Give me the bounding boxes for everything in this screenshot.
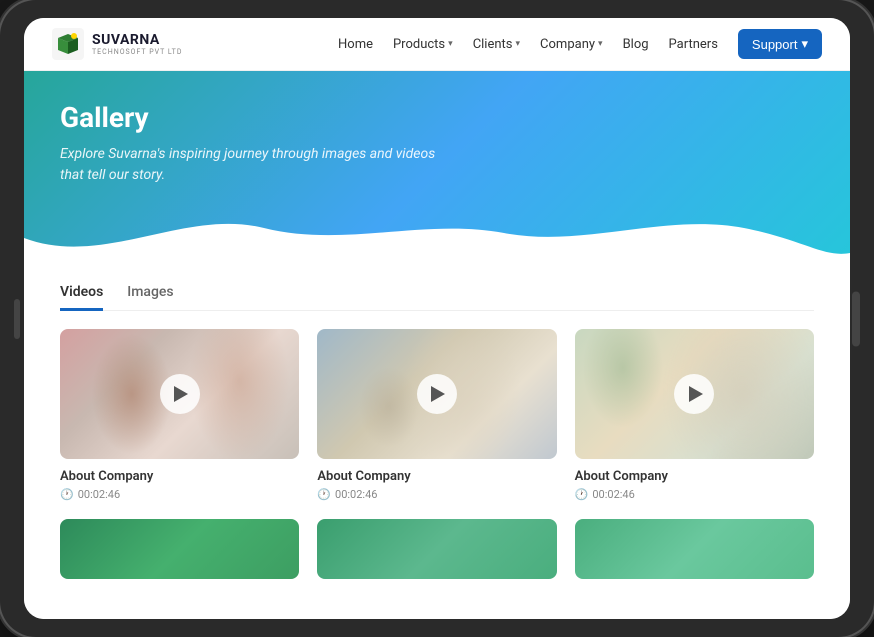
nav-home[interactable]: Home (338, 37, 373, 52)
clients-chevron-icon: ▾ (516, 39, 521, 49)
play-button-2[interactable] (417, 374, 457, 414)
play-button-3[interactable] (674, 374, 714, 414)
video-thumb-bottom-1[interactable] (60, 519, 299, 579)
video-thumbnail-2 (317, 329, 556, 459)
video-duration-2: 🕐 00:02:46 (317, 488, 556, 501)
hero-wave (24, 208, 850, 266)
video-grid-bottom (60, 519, 814, 579)
tab-bar: Videos Images (60, 266, 814, 311)
video-card-3[interactable]: About Company 🕐 00:02:46 (575, 329, 814, 501)
nav-company[interactable]: Company ▾ (540, 37, 603, 52)
brand-sub: TECHNOSOFT PVT LTD (92, 48, 182, 56)
video-title-1: About Company (60, 469, 299, 484)
company-chevron-icon: ▾ (598, 39, 603, 49)
video-thumbnail-3 (575, 329, 814, 459)
hero-subtitle: Explore Suvarna's inspiring journey thro… (60, 144, 460, 186)
video-duration-3: 🕐 00:02:46 (575, 488, 814, 501)
nav-products[interactable]: Products ▾ (393, 37, 453, 52)
support-chevron-icon: ▾ (801, 36, 808, 52)
play-triangle-icon-2 (431, 386, 445, 402)
screen: SUVARNA TECHNOSOFT PVT LTD Home Products… (24, 18, 850, 619)
logo-icon (52, 28, 84, 60)
clock-icon-2: 🕐 (317, 488, 331, 501)
products-chevron-icon: ▾ (448, 39, 453, 49)
video-thumb-bottom-2[interactable] (317, 519, 556, 579)
video-title-2: About Company (317, 469, 556, 484)
video-grid: About Company 🕐 00:02:46 About Company (60, 329, 814, 501)
tab-videos[interactable]: Videos (60, 284, 103, 311)
nav-blog[interactable]: Blog (623, 37, 649, 52)
video-title-3: About Company (575, 469, 814, 484)
nav-partners[interactable]: Partners (669, 37, 718, 52)
video-thumb-bottom-3[interactable] (575, 519, 814, 579)
video-thumbnail-1 (60, 329, 299, 459)
clock-icon-3: 🕐 (575, 488, 589, 501)
play-triangle-icon (174, 386, 188, 402)
navbar: SUVARNA TECHNOSOFT PVT LTD Home Products… (24, 18, 850, 71)
tablet-frame: SUVARNA TECHNOSOFT PVT LTD Home Products… (0, 0, 874, 637)
logo-text: SUVARNA TECHNOSOFT PVT LTD (92, 32, 182, 56)
video-card-1[interactable]: About Company 🕐 00:02:46 (60, 329, 299, 501)
video-duration-1: 🕐 00:02:46 (60, 488, 299, 501)
hero-title: Gallery (60, 101, 814, 134)
content-area: Videos Images About Company 🕐 00:02:46 (24, 266, 850, 619)
tab-images[interactable]: Images (127, 284, 173, 311)
play-button-1[interactable] (160, 374, 200, 414)
logo-area: SUVARNA TECHNOSOFT PVT LTD (52, 28, 182, 60)
clock-icon-1: 🕐 (60, 488, 74, 501)
nav-links: Home Products ▾ Clients ▾ Company ▾ Blog… (338, 29, 822, 59)
hero-banner: Gallery Explore Suvarna's inspiring jour… (24, 71, 850, 266)
play-triangle-icon-3 (689, 386, 703, 402)
brand-name: SUVARNA (92, 32, 182, 48)
nav-clients[interactable]: Clients ▾ (473, 37, 520, 52)
support-button[interactable]: Support ▾ (738, 29, 822, 59)
video-card-2[interactable]: About Company 🕐 00:02:46 (317, 329, 556, 501)
